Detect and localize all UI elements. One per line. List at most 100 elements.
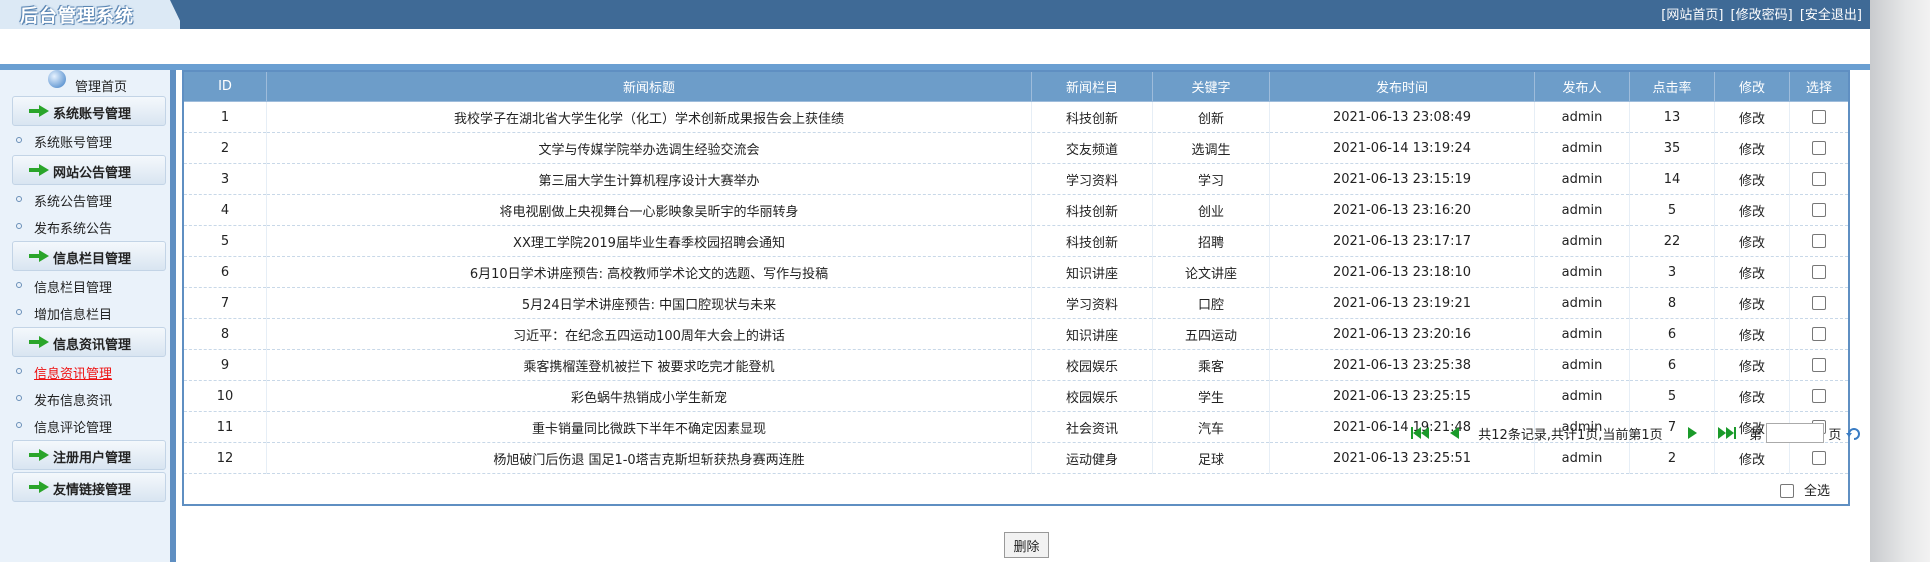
sidebar-item[interactable]: 信息评论管理: [0, 411, 170, 438]
refresh-icon[interactable]: [1845, 426, 1862, 440]
edit-link[interactable]: 修改: [1714, 287, 1790, 319]
cell-select: [1789, 380, 1850, 412]
green-arrow-icon: [29, 481, 49, 493]
sidebar-group[interactable]: 信息资讯管理: [12, 327, 166, 357]
prev-page-icon[interactable]: [1444, 426, 1466, 440]
sidebar-home[interactable]: 管理首页: [0, 70, 170, 95]
cell-author: admin: [1534, 380, 1630, 412]
window-edge: [1870, 0, 1930, 562]
cell-category: 科技创新: [1031, 101, 1153, 133]
edit-link[interactable]: 修改: [1714, 132, 1790, 164]
logout-link[interactable]: [安全退出]: [1800, 8, 1862, 23]
row-checkbox[interactable]: [1812, 172, 1826, 186]
cell-time: 2021-06-14 13:19:24: [1269, 132, 1535, 164]
cell-hits: 5: [1629, 380, 1715, 412]
sidebar-item-label[interactable]: 发布信息资讯: [34, 390, 112, 409]
bullet-icon: [16, 422, 22, 428]
cell-title: 重卡销量同比微跌下半年不确定因素显现: [266, 411, 1032, 443]
cell-id: 6: [183, 256, 267, 288]
cell-select: [1789, 163, 1850, 195]
table-header-row: ID 新闻标题 新闻栏目 关键字 发布时间 发布人 点击率 修改 选择: [182, 70, 1850, 102]
row-checkbox[interactable]: [1812, 110, 1826, 124]
col-title: 新闻标题: [266, 70, 1032, 102]
edit-link[interactable]: 修改: [1714, 442, 1790, 474]
cell-select: [1789, 318, 1850, 350]
row-checkbox[interactable]: [1812, 203, 1826, 217]
row-checkbox[interactable]: [1812, 389, 1826, 403]
change-password-link[interactable]: [修改密码]: [1731, 8, 1793, 23]
sidebar-item-label[interactable]: 增加信息栏目: [34, 304, 112, 323]
row-checkbox[interactable]: [1812, 265, 1826, 279]
edit-link[interactable]: 修改: [1714, 349, 1790, 381]
sidebar-item-label[interactable]: 信息栏目管理: [34, 277, 112, 296]
cell-keyword: 五四运动: [1152, 318, 1270, 350]
col-keyword: 关键字: [1152, 70, 1270, 102]
bullet-icon: [16, 309, 22, 315]
cell-title: 第三届大学生计算机程序设计大赛举办: [266, 163, 1032, 195]
first-page-icon[interactable]: [1410, 426, 1432, 440]
cell-time: 2021-06-13 23:25:51: [1269, 442, 1535, 474]
sidebar-item-label[interactable]: 信息评论管理: [34, 417, 112, 436]
select-all-checkbox[interactable]: [1779, 484, 1794, 498]
cell-time: 2021-06-13 23:08:49: [1269, 101, 1535, 133]
sidebar-item[interactable]: 发布系统公告: [0, 212, 170, 239]
col-time: 发布时间: [1269, 70, 1535, 102]
sidebar-item[interactable]: 增加信息栏目: [0, 298, 170, 325]
sidebar-item[interactable]: 系统公告管理: [0, 185, 170, 212]
bullet-icon: [16, 137, 22, 143]
cell-time: 2021-06-13 23:16:20: [1269, 194, 1535, 226]
edit-link[interactable]: 修改: [1714, 256, 1790, 288]
row-checkbox[interactable]: [1812, 234, 1826, 248]
sidebar-item[interactable]: 系统账号管理: [0, 126, 170, 153]
last-page-icon[interactable]: [1715, 426, 1737, 440]
table-row: 9 乘客携榴莲登机被拦下 被要求吃完才能登机 校园娱乐 乘客 2021-06-13 23…: [183, 349, 1850, 381]
row-checkbox[interactable]: [1812, 296, 1826, 310]
sidebar-group[interactable]: 注册用户管理: [12, 440, 166, 470]
cell-hits: 2: [1629, 442, 1715, 474]
sidebar-item-label[interactable]: 发布系统公告: [34, 218, 112, 237]
next-page-icon[interactable]: [1681, 426, 1703, 440]
edit-link[interactable]: 修改: [1714, 194, 1790, 226]
table-row: 3 第三届大学生计算机程序设计大赛举办 学习资料 学习 2021-06-13 23:15…: [183, 163, 1850, 195]
edit-link[interactable]: 修改: [1714, 225, 1790, 257]
cell-hits: 6: [1629, 318, 1715, 350]
row-checkbox[interactable]: [1812, 358, 1826, 372]
sidebar-group[interactable]: 友情链接管理: [12, 472, 166, 502]
cell-keyword: 汽车: [1152, 411, 1270, 443]
edit-link[interactable]: 修改: [1714, 101, 1790, 133]
sidebar-group[interactable]: 网站公告管理: [12, 155, 166, 185]
sidebar-item[interactable]: 发布信息资讯: [0, 384, 170, 411]
col-author: 发布人: [1534, 70, 1630, 102]
sidebar-group[interactable]: 系统账号管理: [12, 96, 166, 126]
site-home-link[interactable]: [网站首页]: [1661, 8, 1723, 23]
table-row: 8 习近平：在纪念五四运动100周年大会上的讲话 知识讲座 五四运动 2021-06-1…: [183, 318, 1850, 350]
cell-author: admin: [1534, 349, 1630, 381]
delete-button[interactable]: 删除: [1004, 532, 1049, 558]
sidebar-item-label[interactable]: 系统账号管理: [34, 132, 112, 151]
cell-id: 7: [183, 287, 267, 319]
row-checkbox[interactable]: [1812, 327, 1826, 341]
cell-time: 2021-06-13 23:25:38: [1269, 349, 1535, 381]
edit-link[interactable]: 修改: [1714, 318, 1790, 350]
cell-select: [1789, 287, 1850, 319]
cell-id: 4: [183, 194, 267, 226]
row-checkbox[interactable]: [1812, 141, 1826, 155]
edit-link[interactable]: 修改: [1714, 163, 1790, 195]
page-number-input[interactable]: [1766, 423, 1825, 443]
sidebar-item-label[interactable]: 系统公告管理: [34, 191, 112, 210]
sidebar-item-label[interactable]: 信息资讯管理: [34, 363, 112, 382]
bullet-icon: [16, 395, 22, 401]
row-checkbox[interactable]: [1812, 451, 1826, 465]
cell-category: 校园娱乐: [1031, 349, 1153, 381]
table-row: 4 将电视剧做上央视舞台一心影映象吴昕宇的华丽转身 科技创新 创业 2021-06-13…: [183, 194, 1850, 226]
cell-category: 科技创新: [1031, 194, 1153, 226]
col-id: ID: [182, 70, 267, 102]
cell-keyword: 足球: [1152, 442, 1270, 474]
sidebar-item[interactable]: 信息栏目管理: [0, 271, 170, 298]
cell-id: 8: [183, 318, 267, 350]
edit-link[interactable]: 修改: [1714, 380, 1790, 412]
cell-hits: 14: [1629, 163, 1715, 195]
cell-title: 彩色蜗牛热销成小学生新宠: [266, 380, 1032, 412]
sidebar-item[interactable]: 信息资讯管理: [0, 357, 170, 384]
sidebar-group[interactable]: 信息栏目管理: [12, 241, 166, 271]
